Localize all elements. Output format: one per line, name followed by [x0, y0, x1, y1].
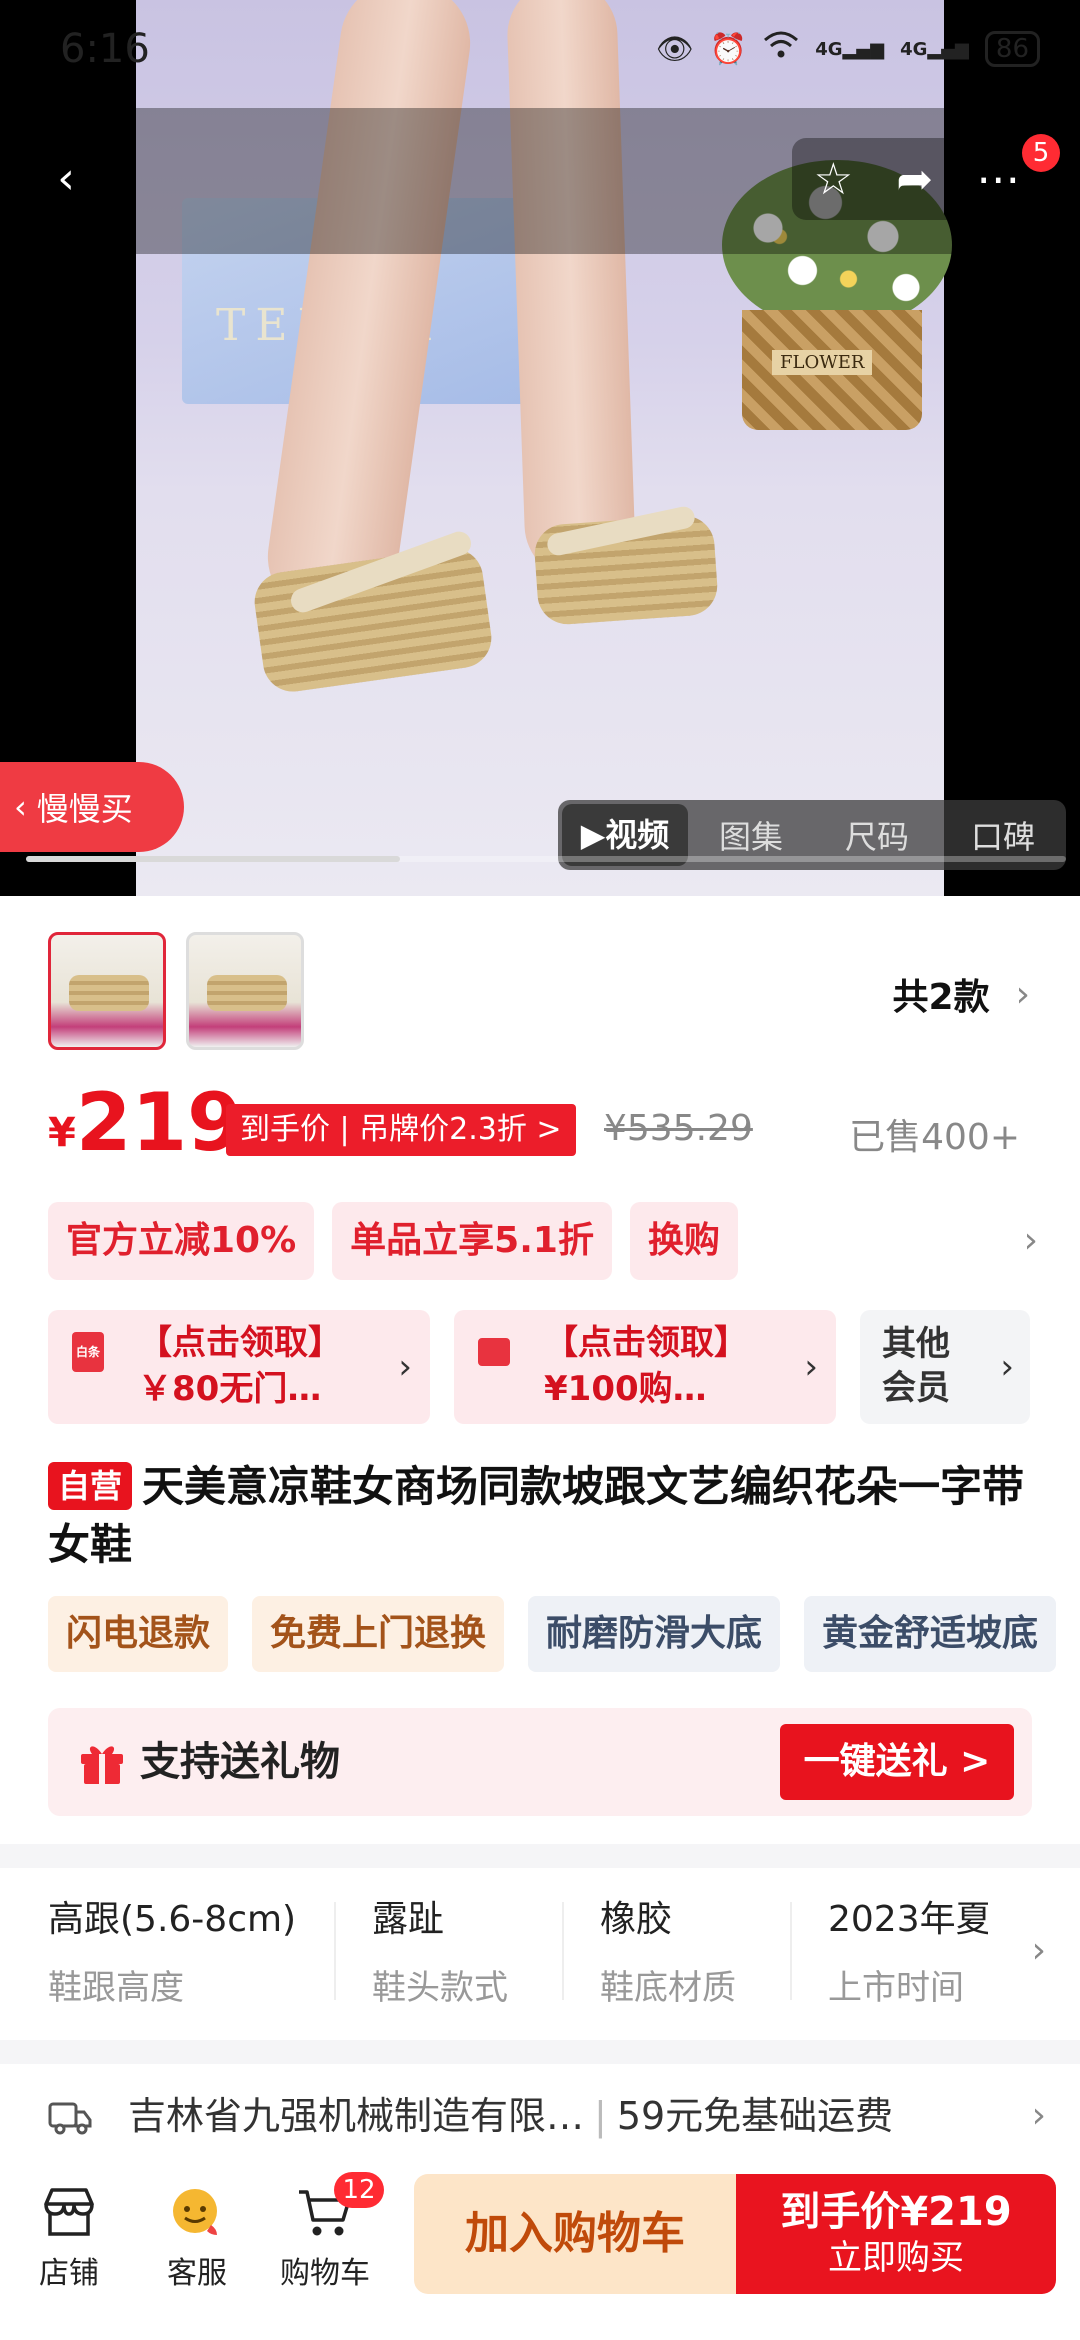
service-tags: 闪电退款 免费上门退换 耐磨防滑大底 黄金舒适坡底 — [48, 1596, 1057, 1672]
customer-service-label: 客服 — [167, 2256, 227, 2291]
bottom-action-bar: 店铺 客服 购物车 12 加入购物车 到手价¥219 立即购买 — [0, 2168, 1080, 2340]
self-operated-badge: 自营 — [48, 1462, 133, 1510]
buy-now-button[interactable]: 到手价¥219 立即购买 — [736, 2174, 1056, 2294]
promo-tag[interactable]: 换购 — [629, 1202, 738, 1280]
add-to-cart-button[interactable]: 加入购物车 — [414, 2174, 736, 2294]
feature-tag[interactable]: 耐磨防滑大底 — [528, 1596, 781, 1672]
product-page: TEENM FLOWER 6:16 👁 ⏰ 4G▂▄▆ 4G▂▄ — [0, 0, 1080, 2340]
video-progress[interactable] — [26, 856, 1066, 862]
sold-count: 已售400+ — [849, 1117, 1020, 1158]
tab-gallery[interactable]: 图集 — [688, 812, 814, 858]
notification-badge: 5 — [1022, 134, 1060, 172]
spec-row[interactable]: 高跟(5.6-8cm) 鞋跟高度 露趾 鞋头款式 橡胶 鞋底材质 2023年夏 … — [0, 1880, 1080, 2030]
favorite-star-icon[interactable]: ☆ — [814, 154, 853, 205]
buy-now-price: 到手价¥219 — [780, 2189, 1012, 2235]
back-button[interactable]: ‹ — [26, 138, 106, 218]
cart-count-badge: 12 — [334, 2172, 384, 2208]
spec-sole-material: 橡胶 鞋底材质 — [600, 1899, 736, 2008]
tab-reviews[interactable]: 口碑 — [940, 812, 1066, 858]
shipping-fee: 59元免基础运费 — [616, 2094, 894, 2138]
variant-thumb[interactable] — [186, 932, 304, 1050]
shipping-row[interactable]: 吉林省九强机械制造有限… | 59元免基础运费 › — [0, 2080, 1080, 2152]
tab-size[interactable]: 尺码 — [814, 812, 940, 858]
service-tag[interactable]: 闪电退款 — [48, 1596, 229, 1672]
original-price: ¥535.29 — [604, 1108, 753, 1149]
signal-icon: 4G▂▄▆ — [815, 38, 885, 60]
chevron-right-icon: › — [1023, 1220, 1038, 1261]
customer-service-icon — [173, 2189, 217, 2235]
chevron-right-icon: › — [804, 1347, 818, 1387]
feature-tag[interactable]: 黄金舒适坡底 — [804, 1596, 1057, 1672]
price-currency: ¥ — [48, 1110, 76, 1156]
chevron-right-icon: › — [1031, 2095, 1046, 2136]
coupon-text: 【点击领取】￥80无门… — [138, 1323, 342, 1409]
cart-label: 购物车 — [280, 2256, 370, 2291]
coupon-icon: 白条 — [72, 1332, 104, 1372]
video-progress-fill — [26, 856, 401, 862]
chevron-right-icon: › — [398, 1347, 412, 1387]
more-icon[interactable]: ⋯ — [976, 154, 1020, 205]
status-bar: 6:16 👁 ⏰ 4G▂▄▆ 4G▂▄▆ 86 — [0, 0, 1080, 108]
spec-release-date: 2023年夏 上市时间 — [828, 1899, 988, 2008]
variants-count-link[interactable]: 共2款 › — [893, 968, 1030, 1020]
other-members-button[interactable]: 其他会员 › — [860, 1310, 1030, 1424]
customer-service-button[interactable]: 客服 — [142, 2178, 252, 2292]
store-icon — [44, 2188, 94, 2236]
status-icons: 👁 ⏰ 4G▂▄▆ 4G▂▄▆ 86 — [656, 30, 1040, 68]
signal-icon: 4G▂▄▆ — [900, 38, 969, 60]
header-actions: ☆ ➦ ⋯ — [792, 138, 1042, 220]
promo-row[interactable]: 官方立减10% 单品立享5.1折 换购 › — [48, 1202, 1038, 1280]
chevron-left-icon: ‹ — [57, 152, 75, 204]
section-divider — [0, 2040, 1080, 2064]
product-title-text: 天美意凉鞋女商场同款坡跟文艺编织花朵一字带女鞋 — [48, 1462, 1025, 1569]
store-button[interactable]: 店铺 — [14, 2178, 124, 2292]
price-amount: 219 — [75, 1076, 243, 1169]
price-tag[interactable]: 到手价 | 吊牌价2.3折 > — [226, 1104, 576, 1156]
status-time: 6:16 — [60, 26, 150, 72]
product-media[interactable]: TEENM FLOWER 6:16 👁 ⏰ 4G▂▄▆ 4G▂▄ — [0, 0, 1080, 896]
wifi-icon — [763, 30, 799, 68]
shipping-from: 吉林省九强机械制造有限… — [128, 2094, 585, 2138]
cart-button[interactable]: 购物车 12 — [270, 2172, 384, 2292]
slow-buy-button[interactable]: ‹ 慢慢买 — [0, 762, 184, 852]
chevron-right-icon: › — [1031, 1930, 1046, 1971]
spec-heel-height: 高跟(5.6-8cm) 鞋跟高度 — [48, 1899, 297, 2008]
promo-tag[interactable]: 官方立减10% — [48, 1202, 315, 1280]
send-gift-button[interactable]: 一键送礼 > — [780, 1724, 1014, 1800]
promo-tag[interactable]: 单品立享5.1折 — [332, 1202, 612, 1280]
eye-icon: 👁 — [655, 31, 694, 67]
coupon-row: 白条 【点击领取】￥80无门… › 【点击领取】¥100购… › 其他会员 › — [48, 1310, 1048, 1424]
chevron-right-icon: › — [1015, 973, 1030, 1015]
product-title: 自营 天美意凉鞋女商场同款坡跟文艺编织花朵一字带女鞋 — [48, 1458, 1038, 1574]
slow-buy-label: 慢慢买 — [36, 790, 133, 828]
service-tag[interactable]: 免费上门退换 — [252, 1596, 505, 1672]
chevron-right-icon: › — [1000, 1347, 1014, 1387]
shipping-text: 吉林省九强机械制造有限… | 59元免基础运费 — [128, 2094, 894, 2138]
section-divider — [0, 1844, 1080, 1868]
coupon-card[interactable]: 白条 【点击领取】￥80无门… › — [48, 1310, 430, 1424]
gift-icon — [81, 1746, 123, 1784]
other-members-label: 其他会员 — [882, 1324, 950, 1408]
card-icon — [478, 1338, 510, 1366]
coupon-card[interactable]: 【点击领取】¥100购… › — [454, 1310, 836, 1424]
gift-bar: 支持送礼物 一键送礼 > — [48, 1708, 1032, 1816]
buy-now-label: 立即购买 — [828, 2238, 964, 2278]
share-icon[interactable]: ➦ — [896, 154, 933, 205]
variant-thumbnails — [48, 932, 304, 1050]
truck-icon — [48, 2102, 92, 2135]
store-label: 店铺 — [39, 2256, 99, 2291]
variant-thumb[interactable] — [48, 932, 166, 1050]
battery-icon: 86 — [984, 31, 1040, 67]
variants-count: 共2款 — [892, 977, 990, 1018]
gift-text: 支持送礼物 — [140, 1739, 340, 1785]
spec-toe-style: 露趾 鞋头款式 — [372, 1899, 508, 2008]
price: ¥ 219 — [48, 1080, 243, 1166]
chevron-left-icon: ‹ — [14, 788, 27, 826]
basket-tag: FLOWER — [772, 350, 873, 375]
coupon-text: 【点击领取】¥100购… — [544, 1323, 748, 1409]
play-icon: ▶ — [580, 816, 606, 854]
alarm-icon: ⏰ — [709, 31, 748, 67]
